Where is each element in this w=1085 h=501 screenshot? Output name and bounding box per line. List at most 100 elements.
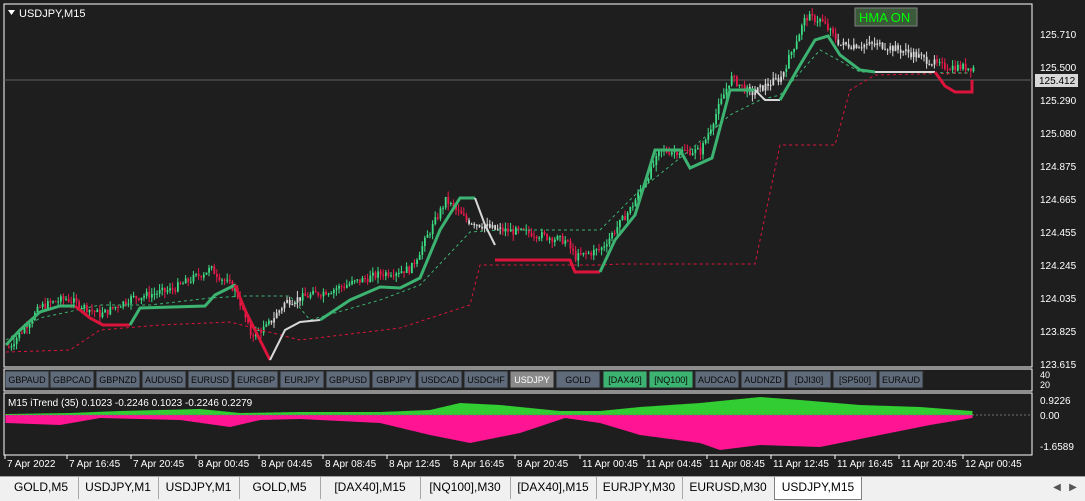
candle-body: [626, 212, 629, 221]
candle-body: [897, 45, 899, 50]
candle-body: [174, 289, 177, 292]
candle-body: [595, 249, 598, 251]
candle-body: [478, 224, 481, 227]
candle-body: [218, 277, 221, 281]
symbol-button-label: [DAX40]: [608, 375, 642, 385]
candle-body: [439, 208, 442, 219]
candle-body: [62, 296, 65, 300]
candle-body: [372, 272, 374, 276]
chart-tab[interactable]: GOLD,M5: [239, 477, 321, 499]
candle-body: [317, 292, 320, 296]
candle-body: [785, 68, 788, 72]
candle-body: [392, 275, 395, 277]
symbol-button-label: GBPCAD: [53, 375, 92, 385]
candle-body: [738, 84, 741, 86]
candle-body: [561, 235, 564, 244]
chart-tab[interactable]: EURUSD,M30: [682, 477, 775, 499]
candle-body: [551, 238, 554, 242]
candle-body: [208, 267, 210, 273]
candle-body: [863, 44, 866, 48]
candle-body: [28, 323, 31, 328]
candle-body: [312, 291, 314, 295]
candle-body: [221, 279, 223, 281]
candle-body: [288, 299, 291, 305]
candle-body: [931, 64, 933, 66]
candle-body: [57, 301, 60, 303]
time-label: 7 Apr 2022: [7, 459, 56, 470]
candle-body: [944, 62, 946, 69]
candle-body: [920, 54, 923, 56]
candle-body: [366, 278, 369, 283]
candle-body: [697, 148, 699, 150]
candle-body: [127, 303, 130, 305]
chart-tab[interactable]: USDJPY,M15: [774, 477, 862, 500]
candle-body: [918, 54, 920, 58]
chart-tab[interactable]: EURJPY,M30: [596, 477, 683, 499]
candle-body: [795, 41, 798, 49]
candle-body: [387, 272, 390, 276]
candle-body: [842, 42, 845, 46]
candle-body: [858, 47, 860, 49]
time-label: 8 Apr 00:45: [198, 459, 250, 470]
chart-tab[interactable]: USDJPY,M1: [78, 477, 159, 499]
symbol-button-label: USDCHF: [467, 375, 505, 385]
candle-body: [577, 253, 580, 261]
candle-body: [411, 262, 413, 274]
chart-tab[interactable]: GOLD,M5: [4, 477, 79, 499]
candle-body: [608, 238, 611, 245]
chart-tab[interactable]: [NQ100],M30: [420, 477, 511, 499]
candle-body: [327, 293, 330, 295]
candle-body: [301, 293, 304, 301]
symbol-button-label: GOLD: [565, 375, 591, 385]
arrow-left-icon[interactable]: ◀: [1050, 481, 1064, 495]
candle-body: [821, 19, 824, 22]
time-label: 11 Apr 16:45: [837, 459, 893, 470]
candle-body: [517, 227, 520, 230]
price-label: 125.710: [1040, 30, 1077, 41]
candle-body: [296, 297, 299, 303]
candle-body: [543, 232, 546, 234]
chart-canvas[interactable]: USDJPY,M15 HMA ON 125.710 125.500 125.29…: [0, 0, 1085, 476]
candle-body: [489, 224, 491, 228]
chart-tab[interactable]: [DAX40],M15: [510, 477, 597, 499]
candle-body: [959, 64, 962, 70]
candle-body: [343, 286, 346, 288]
candle-body: [494, 225, 496, 230]
candle-body: [275, 312, 278, 319]
candle-body: [798, 34, 801, 42]
candle-body: [450, 202, 452, 205]
time-axis: 7 Apr 2022 7 Apr 16:45 7 Apr 20:45 8 Apr 00…: [4, 455, 1022, 470]
candle-body: [559, 235, 561, 237]
candle-body: [788, 54, 790, 69]
symbol-button-label: [NQ100]: [654, 375, 688, 385]
candle-body: [252, 335, 255, 337]
candle-body: [530, 232, 533, 237]
candle-body: [801, 25, 803, 35]
candle-body: [99, 309, 101, 318]
candle-body: [496, 228, 499, 230]
symbol-button-label: GBPJPY: [376, 375, 412, 385]
candle-body: [694, 149, 697, 154]
candle-body: [923, 55, 925, 57]
candle-body: [936, 59, 938, 63]
symbol-button-label: [DJI30]: [795, 375, 824, 385]
candle-body: [548, 238, 551, 240]
candle-body: [938, 62, 941, 64]
candle-body: [135, 295, 138, 299]
candle-body: [424, 237, 426, 247]
candle-body: [850, 47, 853, 49]
candle-body: [717, 103, 720, 115]
candle-body: [49, 301, 52, 303]
arrow-right-icon[interactable]: ▶: [1066, 481, 1080, 495]
candle-body: [145, 291, 148, 297]
chart-tab[interactable]: USDJPY,M1: [158, 477, 240, 499]
candle-body: [715, 114, 717, 125]
candle-body: [273, 318, 275, 323]
candle-body: [907, 49, 910, 53]
candle-body: [299, 297, 301, 301]
candle-body: [741, 84, 743, 86]
candle-body: [915, 51, 918, 58]
time-label: 12 Apr 00:45: [965, 459, 1022, 470]
candle-body: [153, 293, 156, 295]
chart-tab[interactable]: [DAX40],M15: [320, 477, 421, 499]
